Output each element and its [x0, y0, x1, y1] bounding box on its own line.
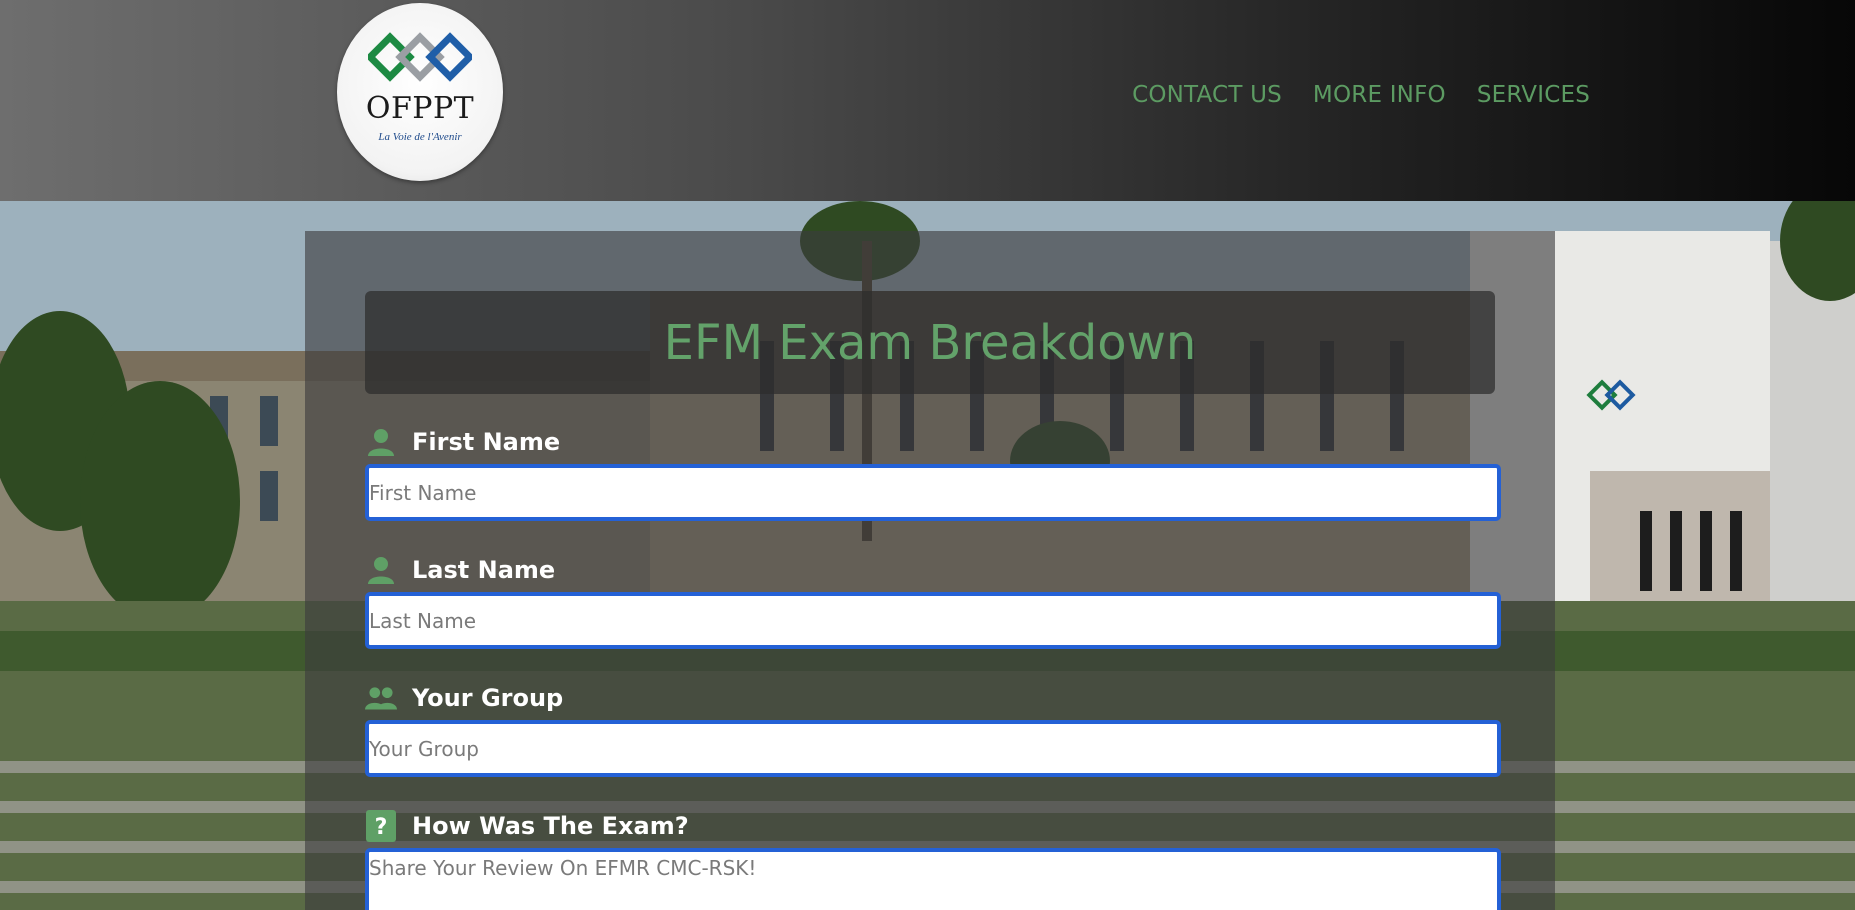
- group-label-text: Your Group: [412, 684, 564, 712]
- question-icon: ?: [365, 810, 397, 842]
- first-name-label: First Name: [365, 425, 560, 459]
- review-label: ? How Was The Exam?: [365, 809, 689, 843]
- last-name-label: Last Name: [365, 553, 555, 587]
- svg-text:?: ?: [375, 815, 388, 840]
- last-name-label-text: Last Name: [412, 556, 556, 584]
- logo-name: OFPPT: [365, 91, 475, 126]
- ofppt-emblem-icon: [368, 32, 472, 82]
- users-icon: [365, 682, 397, 714]
- nav-services[interactable]: SERVICES: [1477, 82, 1590, 108]
- exam-form-panel: EFM Exam Breakdown First Name Last Name: [305, 231, 1555, 910]
- last-name-input[interactable]: [365, 592, 1501, 649]
- site-header: OFPPT La Voie de l'Avenir CONTACT US MOR…: [0, 0, 1855, 201]
- form-title-box: EFM Exam Breakdown: [365, 291, 1495, 394]
- user-icon: [365, 554, 397, 586]
- main-nav: CONTACT US MORE INFO SERVICES: [1132, 82, 1590, 108]
- nav-more-info[interactable]: MORE INFO: [1313, 82, 1446, 108]
- form-title: EFM Exam Breakdown: [663, 314, 1197, 371]
- ofppt-logo[interactable]: OFPPT La Voie de l'Avenir: [337, 3, 503, 181]
- first-name-label-text: First Name: [412, 428, 561, 456]
- user-icon: [365, 426, 397, 458]
- logo-tagline: La Voie de l'Avenir: [378, 131, 462, 143]
- group-label: Your Group: [365, 681, 563, 715]
- review-label-text: How Was The Exam?: [412, 812, 689, 840]
- group-input[interactable]: [365, 720, 1501, 777]
- review-textarea[interactable]: [365, 848, 1501, 910]
- first-name-input[interactable]: [365, 464, 1501, 521]
- nav-contact-us[interactable]: CONTACT US: [1132, 82, 1282, 108]
